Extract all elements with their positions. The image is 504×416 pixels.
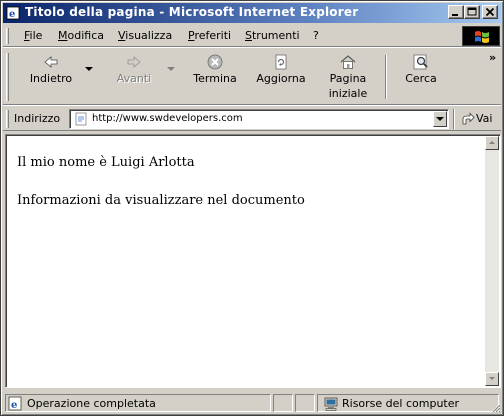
forward-button[interactable]: Avanti — [105, 53, 163, 101]
chevron-up-icon — [489, 141, 495, 144]
home-label-line2: iniziale — [328, 87, 368, 100]
window-title: Titolo della pagina - Microsoft Internet… — [25, 5, 359, 19]
maximize-button[interactable] — [464, 5, 480, 19]
address-input[interactable]: http://www.swdevelopers.com — [69, 109, 449, 129]
go-button[interactable]: Vai — [461, 110, 497, 128]
status-panel-zone[interactable]: Risorse del computer — [317, 394, 499, 412]
page-content[interactable]: Il mio nome è Luigi Arlotta Informazioni… — [5, 134, 501, 388]
refresh-button[interactable]: Aggiorna — [251, 53, 311, 101]
close-icon — [485, 7, 495, 17]
menu-bar: File Modifica Visualizza Preferiti Strum… — [3, 25, 501, 47]
back-label: Indietro — [29, 72, 73, 85]
back-button[interactable]: Indietro — [17, 53, 85, 101]
menu-file[interactable]: File — [24, 29, 42, 42]
search-button[interactable]: Cerca — [393, 53, 449, 101]
toolbar-separator — [385, 55, 387, 99]
windows-flag-icon — [475, 31, 489, 43]
document-body: Il mio nome è Luigi Arlotta Informazioni… — [17, 153, 305, 229]
svg-text:e: e — [9, 9, 15, 20]
address-bar: Indirizzo http://www.swdevelopers.com Va… — [3, 107, 501, 131]
menu-view[interactable]: Visualizza — [118, 29, 172, 42]
forward-history-dropdown[interactable] — [165, 53, 177, 101]
maximize-icon — [467, 7, 477, 16]
menu-edit[interactable]: Modifica — [58, 29, 104, 42]
stop-button[interactable]: Termina — [187, 53, 243, 101]
ie-page-icon: e — [6, 6, 20, 20]
address-label: Indirizzo — [14, 112, 61, 125]
chevron-down-icon — [85, 67, 93, 71]
computer-icon — [324, 397, 338, 411]
refresh-icon — [275, 54, 287, 70]
back-arrow-icon — [44, 56, 58, 68]
document-line: Il mio nome è Luigi Arlotta — [17, 155, 195, 170]
scroll-up-button[interactable] — [485, 136, 499, 150]
search-label: Cerca — [405, 72, 437, 85]
chevron-down-icon — [489, 377, 495, 380]
menu-help[interactable]: ? — [313, 29, 319, 42]
home-button[interactable]: Pagina iniziale — [319, 53, 377, 101]
status-bar: e Operazione completata Risorse del comp… — [3, 393, 501, 413]
chevron-down-icon — [167, 67, 175, 71]
home-icon — [340, 55, 356, 69]
minimize-button[interactable] — [448, 5, 464, 19]
home-label-line1: Pagina — [329, 72, 367, 85]
close-button[interactable] — [482, 5, 498, 19]
chevron-down-icon — [436, 117, 444, 121]
address-grip[interactable] — [6, 110, 9, 128]
status-panel-main: e Operazione completata — [5, 394, 271, 412]
menu-tools[interactable]: Strumenti — [245, 29, 300, 42]
resize-grip-icon[interactable] — [489, 401, 501, 413]
address-value: http://www.swdevelopers.com — [92, 113, 243, 124]
page-icon — [75, 112, 87, 126]
refresh-label: Aggiorna — [256, 72, 306, 85]
go-label: Vai — [476, 112, 493, 125]
ie-page-icon: e — [8, 396, 22, 411]
zone-text: Risorse del computer — [342, 397, 460, 410]
minimize-icon — [452, 14, 458, 16]
status-panel-security — [295, 394, 315, 412]
forward-arrow-icon — [127, 56, 141, 68]
stop-icon — [207, 54, 223, 70]
search-icon — [413, 54, 428, 70]
toolbar-more-chevron[interactable]: » — [489, 51, 496, 64]
menu-grip[interactable] — [6, 28, 9, 44]
title-bar[interactable]: e Titolo della pagina - Microsoft Intern… — [3, 3, 501, 23]
stop-label: Termina — [193, 72, 237, 85]
status-text: Operazione completata — [27, 397, 156, 410]
vertical-scrollbar[interactable] — [485, 136, 499, 386]
standard-toolbar: Indietro Avanti Termina Aggiorna Pagina … — [3, 49, 501, 105]
go-arrow-icon — [462, 112, 475, 125]
menu-favorites[interactable]: Preferiti — [188, 29, 231, 42]
status-panel-progress — [273, 394, 293, 412]
toolbar-grip[interactable] — [6, 53, 9, 101]
browser-window: e Titolo della pagina - Microsoft Intern… — [0, 0, 504, 416]
back-history-dropdown[interactable] — [83, 53, 95, 101]
scroll-down-button[interactable] — [485, 372, 499, 386]
svg-text:e: e — [11, 400, 17, 411]
document-line: Informazioni da visualizzare nel documen… — [17, 193, 305, 208]
address-separator — [453, 109, 455, 129]
forward-label: Avanti — [116, 72, 152, 85]
address-dropdown-button[interactable] — [433, 111, 447, 127]
windows-logo — [462, 26, 500, 46]
